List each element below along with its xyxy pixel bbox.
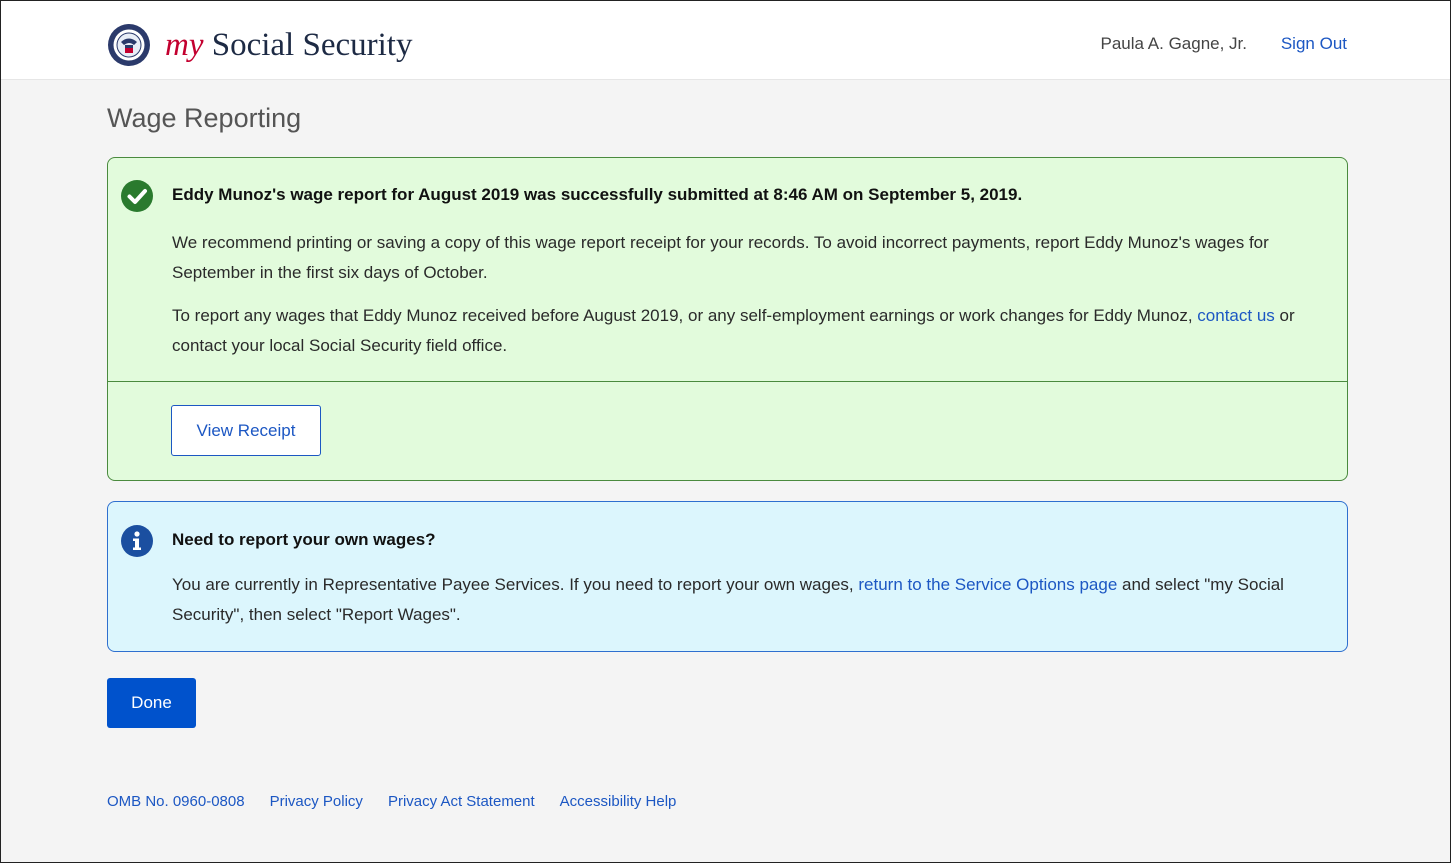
done-button[interactable]: Done: [107, 678, 196, 728]
sign-out-link[interactable]: Sign Out: [1281, 34, 1347, 54]
brand-name: my Social Security: [165, 26, 413, 63]
contact-us-link[interactable]: contact us: [1197, 306, 1275, 325]
receipt-recommendation-text: We recommend printing or saving a copy o…: [172, 233, 1269, 282]
representative-payee-text-start: You are currently in Representative Paye…: [172, 575, 859, 594]
site-logo[interactable]: my Social Security: [107, 23, 412, 67]
service-options-link[interactable]: return to the Service Options page: [858, 575, 1117, 594]
privacy-policy-link[interactable]: Privacy Policy: [270, 793, 363, 810]
footer-links: OMB No. 0960-0808 Privacy Policy Privacy…: [107, 793, 701, 810]
representative-payee-text: You are currently in Representative Paye…: [172, 570, 1322, 630]
brand-my: my: [165, 26, 204, 63]
site-header: my Social Security Paula A. Gagne, Jr. S…: [1, 1, 1450, 80]
brand-social-security: Social Security: [203, 26, 413, 63]
check-circle-icon: [121, 180, 153, 212]
view-receipt-button[interactable]: View Receipt: [171, 405, 321, 456]
page-title: Wage Reporting: [107, 103, 302, 133]
info-alert: Need to report your own wages? You are c…: [107, 501, 1348, 652]
info-heading: Need to report your own wages?: [172, 530, 436, 549]
privacy-act-statement-link[interactable]: Privacy Act Statement: [388, 793, 535, 810]
success-heading: Eddy Munoz's wage report for August 2019…: [172, 185, 1023, 204]
success-alert: Eddy Munoz's wage report for August 2019…: [107, 157, 1348, 481]
user-name: Paula A. Gagne, Jr.: [1100, 34, 1247, 53]
report-other-wages-text: To report any wages that Eddy Munoz rece…: [172, 301, 1322, 361]
omb-number-link[interactable]: OMB No. 0960-0808: [107, 793, 245, 810]
info-circle-icon: [121, 525, 153, 557]
accessibility-help-link[interactable]: Accessibility Help: [560, 793, 677, 810]
alert-divider: [108, 381, 1347, 382]
ssa-seal-icon: [108, 24, 150, 66]
report-other-wages-text-start: To report any wages that Eddy Munoz rece…: [172, 306, 1198, 325]
